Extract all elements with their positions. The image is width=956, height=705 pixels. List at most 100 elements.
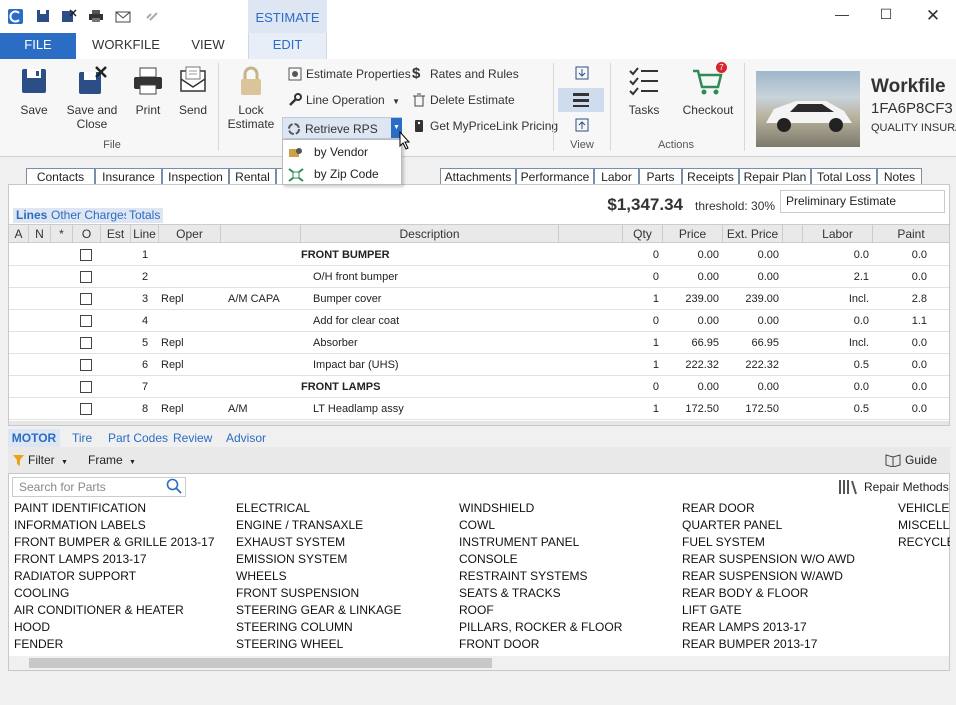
- part-category-item[interactable]: REAR SUSPENSION W/AWD: [682, 568, 843, 585]
- part-category-item[interactable]: FRONT SUSPENSION: [236, 585, 359, 602]
- panel-splitter[interactable]: [9, 421, 949, 425]
- part-category-item[interactable]: PAINT IDENTIFICATION: [14, 500, 146, 517]
- table-row[interactable]: 2 O/H front bumper 0 0.00 0.00 2.1 0.0: [9, 266, 949, 288]
- section-tab-parts[interactable]: Parts: [639, 168, 682, 185]
- o-checkbox[interactable]: [80, 381, 92, 393]
- table-row[interactable]: 7 FRONT LAMPS 0 0.00 0.00 0.0 0.0: [9, 376, 949, 398]
- section-tab-contacts[interactable]: Contacts: [26, 168, 95, 185]
- part-category-item[interactable]: CONSOLE: [459, 551, 518, 568]
- subtab-lines[interactable]: Lines: [13, 208, 51, 223]
- checkout-button[interactable]: 7 Checkout: [680, 62, 736, 117]
- section-tab-insurance[interactable]: Insurance: [95, 168, 162, 185]
- part-category-item[interactable]: REAR LAMPS 2013-17: [682, 619, 807, 636]
- part-category-item[interactable]: MISCELLA: [898, 517, 950, 534]
- part-category-item[interactable]: FRONT DOOR: [459, 636, 539, 653]
- tab-part-codes[interactable]: Part Codes: [108, 429, 168, 447]
- col-ext-price[interactable]: Ext. Price: [723, 225, 783, 243]
- view-split-button[interactable]: [558, 88, 604, 112]
- section-tab-repair-plan[interactable]: Repair Plan: [739, 168, 811, 185]
- section-tab-performance[interactable]: Performance: [516, 168, 594, 185]
- part-category-item[interactable]: ENGINE / TRANSAXLE: [236, 517, 363, 534]
- col-paint[interactable]: Paint: [873, 225, 949, 243]
- o-checkbox[interactable]: [80, 403, 92, 415]
- col-est[interactable]: Est: [101, 225, 131, 243]
- estimate-properties-button[interactable]: Estimate Properties: [286, 64, 411, 84]
- table-row[interactable]: 6 Repl Impact bar (UHS) 1 222.32 222.32 0.5 0.0: [9, 354, 949, 376]
- maximize-icon[interactable]: ☐: [871, 6, 901, 28]
- o-checkbox[interactable]: [80, 337, 92, 349]
- tab-edit[interactable]: EDIT: [248, 33, 327, 59]
- col-line[interactable]: Line: [131, 225, 159, 243]
- repair-methods-button[interactable]: Repair Methods: [838, 477, 949, 497]
- part-category-item[interactable]: FENDER: [14, 636, 63, 653]
- part-category-item[interactable]: EMISSION SYSTEM: [236, 551, 347, 568]
- col-labor[interactable]: Labor: [803, 225, 873, 243]
- part-category-item[interactable]: STEERING COLUMN: [236, 619, 353, 636]
- col-qty[interactable]: Qty: [623, 225, 663, 243]
- save-icon[interactable]: [36, 9, 52, 23]
- part-category-item[interactable]: STEERING GEAR & LINKAGE: [236, 602, 401, 619]
- part-category-item[interactable]: RADIATOR SUPPORT: [14, 568, 136, 585]
- o-checkbox[interactable]: [80, 271, 92, 283]
- view-bottom-button[interactable]: [560, 117, 604, 135]
- part-category-item[interactable]: COOLING: [14, 585, 69, 602]
- get-mypricelink-button[interactable]: Get MyPriceLink Pricing: [410, 116, 558, 136]
- table-row[interactable]: 5 Repl Absorber 1 66.95 66.95 Incl. 0.0: [9, 332, 949, 354]
- part-category-item[interactable]: RESTRAINT SYSTEMS: [459, 568, 587, 585]
- print-icon[interactable]: [88, 9, 104, 23]
- part-category-item[interactable]: EXHAUST SYSTEM: [236, 534, 345, 551]
- horizontal-scrollbar[interactable]: [9, 656, 949, 670]
- o-checkbox[interactable]: [80, 249, 92, 261]
- col-star[interactable]: *: [51, 225, 73, 243]
- col-spacer[interactable]: [559, 225, 623, 243]
- filter-button[interactable]: Filter ▼: [12, 452, 68, 468]
- view-top-button[interactable]: [560, 65, 604, 83]
- tasks-button[interactable]: Tasks: [618, 65, 670, 117]
- o-checkbox[interactable]: [80, 293, 92, 305]
- scrollbar-thumb[interactable]: [29, 658, 492, 668]
- part-category-item[interactable]: COWL: [459, 517, 495, 534]
- part-category-item[interactable]: VEHICLE: [898, 500, 950, 517]
- part-category-item[interactable]: REAR BUMPER 2013-17: [682, 636, 817, 653]
- menu-item-by-vendor[interactable]: by Vendor: [283, 141, 401, 163]
- menu-item-by-zip[interactable]: by Zip Code: [283, 163, 401, 185]
- link-icon[interactable]: [145, 9, 161, 23]
- section-tab-receipts[interactable]: Receipts: [682, 168, 739, 185]
- section-tab-inspection[interactable]: Inspection: [162, 168, 229, 185]
- part-category-item[interactable]: ROOF: [459, 602, 494, 619]
- col-flag[interactable]: [783, 225, 803, 243]
- o-checkbox[interactable]: [80, 359, 92, 371]
- save-close-icon[interactable]: [61, 9, 77, 23]
- part-category-item[interactable]: WINDSHIELD: [459, 500, 534, 517]
- col-description[interactable]: Description: [301, 225, 559, 243]
- subtab-other-charges[interactable]: Other Charges: [48, 208, 133, 223]
- save-button[interactable]: Save: [14, 65, 54, 117]
- part-category-item[interactable]: FUEL SYSTEM: [682, 534, 765, 551]
- tab-advisor[interactable]: Advisor: [226, 429, 266, 447]
- part-category-item[interactable]: FRONT LAMPS 2013-17: [14, 551, 147, 568]
- guide-button[interactable]: Guide ▼: [885, 452, 950, 482]
- col-oper[interactable]: Oper: [159, 225, 221, 243]
- lock-estimate-button[interactable]: Lock Estimate: [226, 65, 276, 131]
- part-category-item[interactable]: HOOD: [14, 619, 50, 636]
- print-button[interactable]: Print: [129, 65, 167, 117]
- col-a[interactable]: A: [9, 225, 29, 243]
- col-o[interactable]: O: [73, 225, 101, 243]
- tab-motor[interactable]: MOTOR: [8, 429, 60, 447]
- subtab-totals[interactable]: Totals: [126, 208, 164, 223]
- section-tab-total-loss[interactable]: Total Loss: [811, 168, 877, 185]
- send-icon[interactable]: [115, 9, 131, 23]
- rates-and-rules-button[interactable]: $ Rates and Rules: [410, 64, 519, 84]
- tab-view[interactable]: VIEW: [186, 33, 230, 59]
- part-category-item[interactable]: RECYCLE: [898, 534, 950, 551]
- part-category-item[interactable]: STEERING WHEEL: [236, 636, 343, 653]
- tab-tire[interactable]: Tire: [72, 429, 92, 447]
- table-row[interactable]: 4 Add for clear coat 0 0.00 0.00 0.0 1.1: [9, 310, 949, 332]
- table-row[interactable]: 1 FRONT BUMPER 0 0.00 0.00 0.0 0.0: [9, 244, 949, 266]
- close-icon[interactable]: ✕: [918, 6, 948, 28]
- o-checkbox[interactable]: [80, 315, 92, 327]
- col-part-type[interactable]: [221, 225, 301, 243]
- section-tab-attachments[interactable]: Attachments: [440, 168, 516, 185]
- section-tab-labor[interactable]: Labor: [594, 168, 639, 185]
- delete-estimate-button[interactable]: Delete Estimate: [410, 90, 515, 110]
